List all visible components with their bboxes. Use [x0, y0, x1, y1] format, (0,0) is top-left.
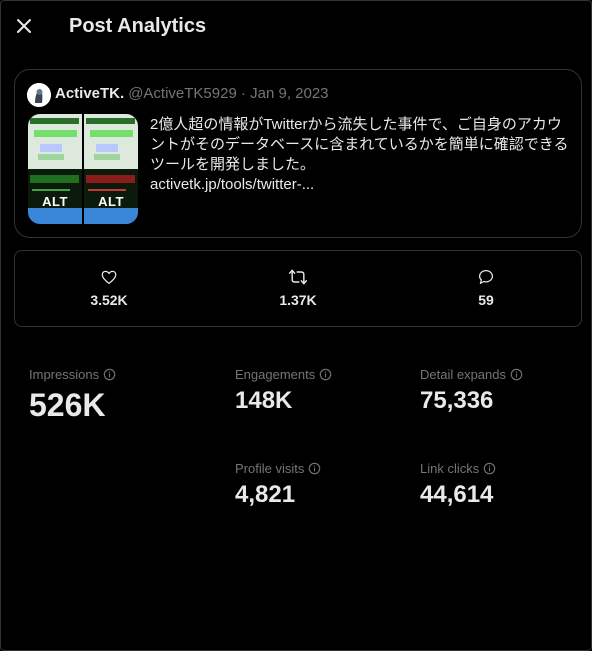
media-image[interactable]: ALT — [84, 114, 138, 224]
metric-label: Engagements — [235, 367, 332, 382]
metric-detail-expands: Detail expands 75,336 — [420, 367, 523, 416]
author-meta: @ActiveTK5929 · Jan 9, 2023 — [128, 85, 329, 102]
engagements-label: Engagements — [235, 367, 316, 382]
metric-profile-visits: Profile visits 4,821 — [235, 461, 321, 510]
close-button[interactable] — [9, 11, 39, 41]
metric-link-clicks: Link clicks 44,614 — [420, 461, 496, 510]
author-name[interactable]: ActiveTK. — [55, 85, 124, 102]
metric-label: Impressions — [29, 367, 116, 382]
metric-engagements: Engagements 148K — [235, 367, 332, 416]
modal-header: Post Analytics — [1, 1, 592, 53]
media-image-line — [88, 189, 126, 191]
avatar[interactable] — [27, 83, 51, 107]
replies-count: 59 — [478, 292, 494, 308]
info-icon[interactable] — [483, 462, 496, 475]
detail-expands-label: Detail expands — [420, 367, 506, 382]
link-clicks-value: 44,614 — [420, 481, 494, 508]
media-image-bar — [90, 130, 134, 137]
likes-count: 3.52K — [90, 292, 128, 308]
likes-stat: 3.52K — [49, 267, 169, 308]
close-icon[interactable] — [16, 18, 32, 34]
reposts-count: 1.37K — [279, 292, 317, 308]
media-image-box — [96, 144, 118, 152]
engagements-value: 148K — [235, 387, 293, 414]
media-image-box — [94, 154, 120, 160]
metric-label: Profile visits — [235, 461, 321, 476]
media-image-bar — [34, 130, 78, 137]
info-icon[interactable] — [103, 368, 116, 381]
tweet-media[interactable]: ALT ALT — [28, 114, 138, 224]
media-image-floor — [28, 208, 82, 224]
alt-badge[interactable]: ALT — [42, 194, 68, 209]
media-image-line — [32, 189, 70, 191]
alt-badge[interactable]: ALT — [98, 194, 124, 209]
tweet-author-line: ActiveTK. @ActiveTK5929 · Jan 9, 2023 — [55, 85, 329, 102]
profile-visits-value: 4,821 — [235, 481, 296, 508]
reposts-stat: 1.37K — [238, 267, 358, 308]
engagement-summary: 3.52K 1.37K 59 — [14, 250, 582, 327]
profile-visits-label: Profile visits — [235, 461, 305, 476]
info-icon[interactable] — [319, 368, 332, 381]
media-image-bar — [86, 175, 135, 183]
heart-icon — [101, 270, 117, 285]
tweet-body: 2億人超の情報がTwitterから流失した事件で、ご自身のアカウントがそのデータ… — [150, 116, 569, 173]
metric-label: Link clicks — [420, 461, 496, 476]
media-image[interactable]: ALT — [28, 114, 82, 224]
metric-impressions: Impressions 526K — [29, 367, 116, 424]
media-image-box — [38, 154, 64, 160]
detail-expands-value: 75,336 — [420, 387, 494, 414]
impressions-value: 526K — [29, 387, 106, 423]
reply-icon — [478, 269, 494, 285]
info-icon[interactable] — [510, 368, 523, 381]
replies-stat: 59 — [426, 267, 546, 308]
media-image-bar — [30, 118, 79, 124]
info-icon[interactable] — [308, 462, 321, 475]
tweet-link[interactable]: activetk.jp/tools/twitter-... — [150, 175, 570, 195]
media-image-floor — [84, 208, 138, 224]
tweet-text: 2億人超の情報がTwitterから流失した事件で、ご自身のアカウントがそのデータ… — [150, 115, 570, 195]
analytics-modal: Post Analytics ActiveTK. @ActiveTK5929 · … — [0, 0, 592, 651]
link-clicks-label: Link clicks — [420, 461, 480, 476]
repost-icon — [288, 269, 308, 285]
metric-label: Detail expands — [420, 367, 523, 382]
media-image-bar — [30, 175, 79, 183]
impressions-label: Impressions — [29, 367, 100, 382]
tweet-preview[interactable]: ActiveTK. @ActiveTK5929 · Jan 9, 2023 ALT — [14, 69, 582, 238]
media-image-bar — [86, 118, 135, 124]
page-title: Post Analytics — [69, 15, 207, 37]
media-image-box — [40, 144, 62, 152]
